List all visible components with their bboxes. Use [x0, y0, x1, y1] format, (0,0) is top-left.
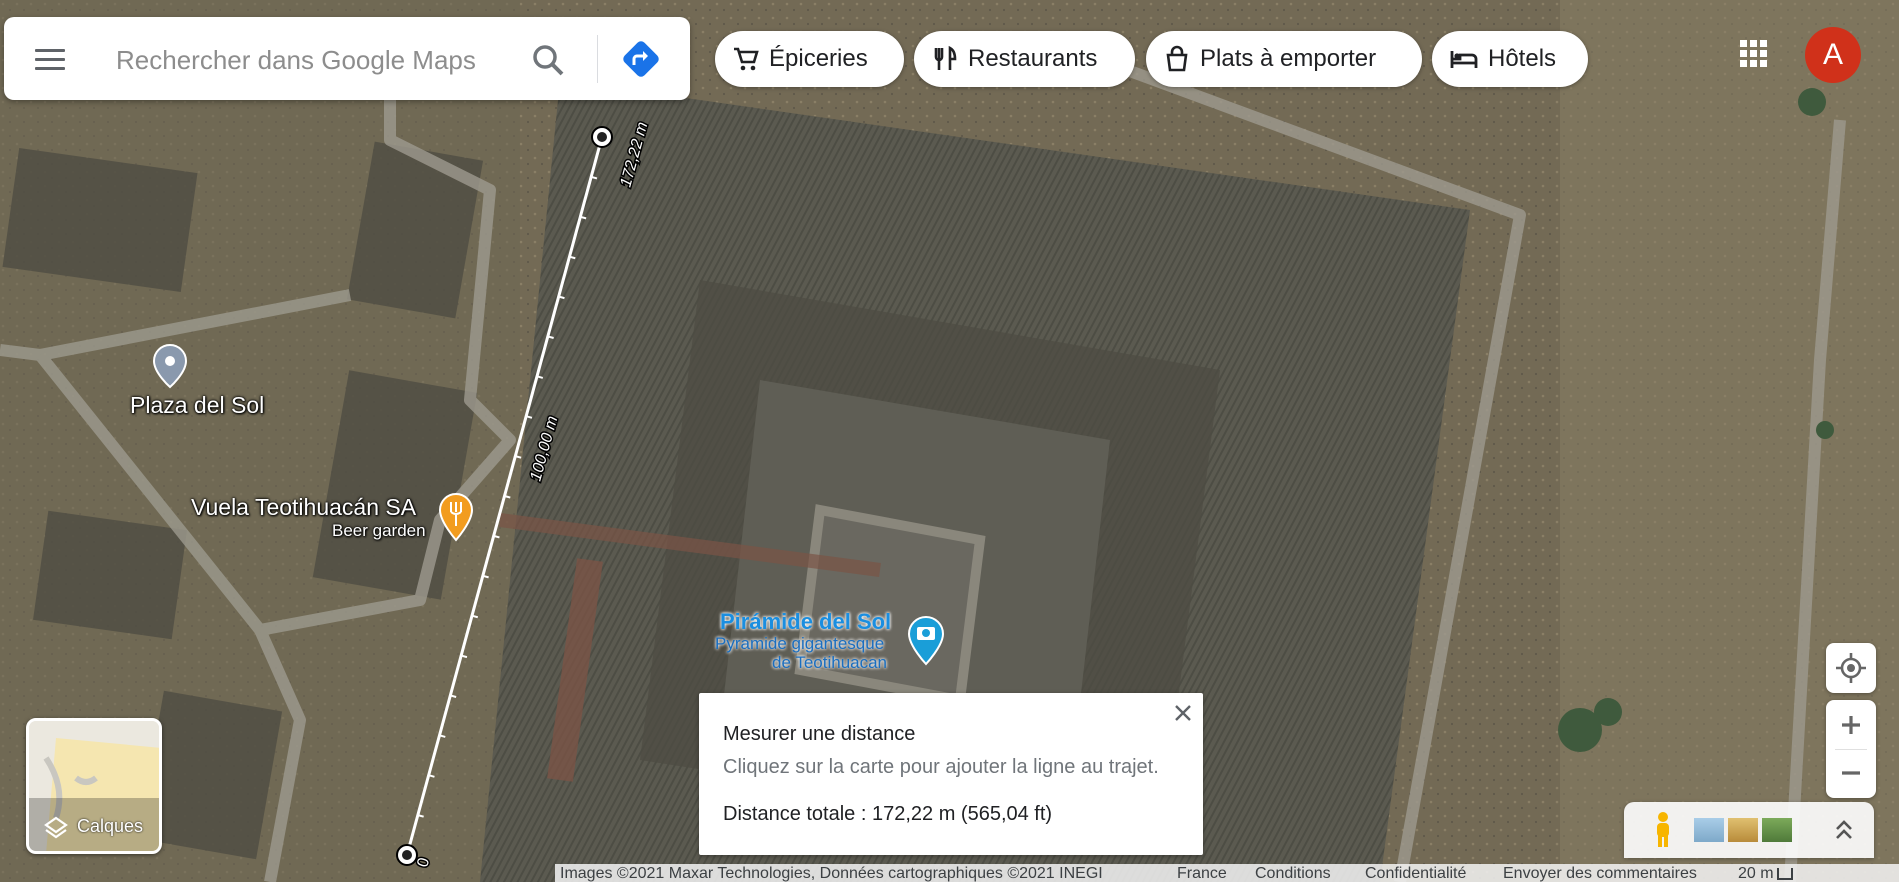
my-location-button[interactable]: [1826, 643, 1876, 693]
imagery-thumbnail-2[interactable]: [1728, 818, 1758, 842]
chip-plats-a-emporter[interactable]: Plats à emporter: [1146, 31, 1422, 87]
map-footer: Images ©2021 Maxar Technologies, Données…: [555, 864, 1899, 882]
my-location-icon: [1836, 653, 1866, 683]
imagery-thumbnail-3[interactable]: [1762, 818, 1792, 842]
directions-icon[interactable]: [619, 37, 663, 81]
feedback-link[interactable]: Envoyer des commentaires: [1503, 865, 1697, 882]
view-options-strip: [1624, 802, 1874, 858]
fork-knife-icon: [934, 45, 957, 70]
chip-hotels[interactable]: Hôtels: [1432, 31, 1588, 87]
poi-piramide-subtitle-1: Pyramide gigantesque: [715, 634, 885, 653]
poi-plaza-del-sol[interactable]: Plaza del Sol: [130, 392, 264, 419]
layers-label: Calques: [77, 816, 144, 836]
bed-icon: [1450, 51, 1478, 68]
scale-label: 20 m: [1738, 865, 1774, 882]
chip-label: Restaurants: [968, 45, 1098, 72]
terms-link[interactable]: Conditions: [1255, 865, 1331, 882]
layers-button[interactable]: Calques: [26, 718, 162, 854]
takeout-bag-icon: [1166, 45, 1188, 72]
poi-vuela-category: Beer garden: [332, 521, 426, 540]
apps-grid-icon[interactable]: [1738, 38, 1770, 70]
zoom-out-button[interactable]: [1826, 749, 1876, 798]
poi-vuela-teotihuacan[interactable]: Vuela Teotihuacán SA: [191, 494, 416, 521]
chip-epiceries[interactable]: Épiceries: [715, 31, 904, 87]
menu-button[interactable]: [32, 43, 68, 75]
chip-label: Hôtels: [1488, 45, 1557, 72]
zoom-controls: [1826, 700, 1876, 798]
poi-piramide-subtitle-2: de Teotihuacan: [772, 653, 888, 672]
search-box: [4, 17, 690, 100]
scale-bar: [1777, 868, 1793, 880]
chip-restaurants[interactable]: Restaurants: [914, 31, 1135, 87]
expand-chevron-icon[interactable]: [1832, 817, 1856, 843]
cart-icon: [734, 47, 759, 71]
imagery-thumbnail-1[interactable]: [1694, 818, 1724, 842]
poi-piramide-del-sol[interactable]: Pirámide del Sol: [720, 609, 891, 635]
chip-label: Épiceries: [769, 45, 868, 72]
plus-icon: [1842, 716, 1860, 734]
search-divider: [597, 35, 598, 83]
search-input[interactable]: [114, 37, 528, 83]
zoom-in-button[interactable]: [1826, 700, 1876, 749]
measure-total: Distance totale : 172,22 m (565,04 ft): [723, 803, 1053, 825]
imagery-credits: Images ©2021 Maxar Technologies, Données…: [560, 865, 1103, 882]
country-link[interactable]: France: [1177, 865, 1227, 882]
pegman-icon[interactable]: [1648, 810, 1678, 850]
search-icon[interactable]: [529, 41, 569, 81]
minus-icon: [1842, 771, 1860, 775]
close-icon[interactable]: [1171, 701, 1195, 725]
privacy-link[interactable]: Confidentialité: [1365, 865, 1466, 882]
measure-distance-panel: Mesurer une distance Cliquez sur la cart…: [699, 693, 1203, 855]
measure-hint: Cliquez sur la carte pour ajouter la lig…: [723, 756, 1159, 778]
layers-icon: [44, 816, 68, 839]
chip-label: Plats à emporter: [1200, 45, 1377, 72]
measure-title: Mesurer une distance: [723, 723, 916, 745]
account-avatar[interactable]: A: [1805, 27, 1861, 83]
